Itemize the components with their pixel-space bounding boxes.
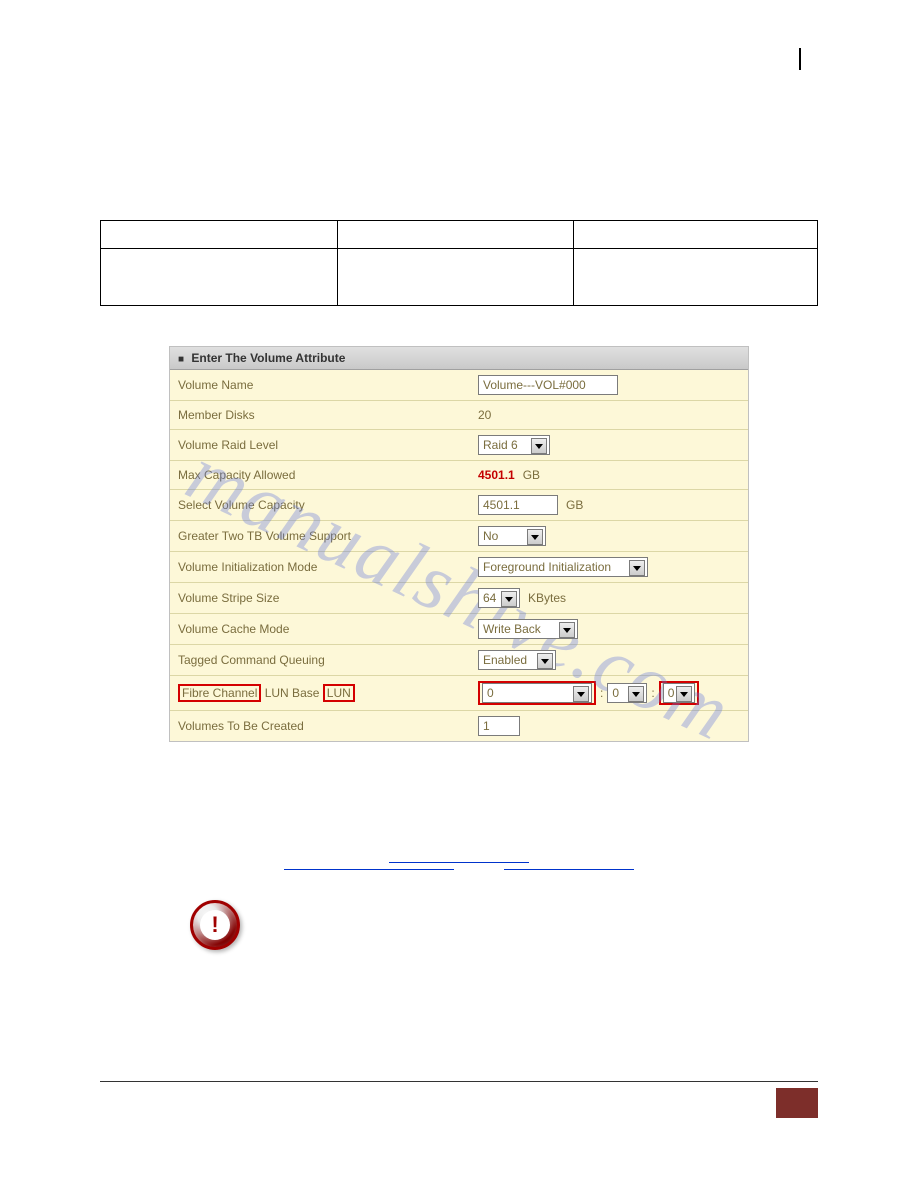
label-fibre-channel: Fibre Channel LUN Base LUN [178, 684, 478, 702]
label-volume-name: Volume Name [178, 378, 478, 392]
label-init-mode: Volume Initialization Mode [178, 560, 478, 574]
page-number-box [776, 1088, 818, 1118]
select-fc-2[interactable]: 0 [607, 683, 647, 703]
unit-max-capacity: GB [523, 468, 540, 482]
unit-select-capacity: GB [566, 498, 583, 512]
label-two-tb: Greater Two TB Volume Support [178, 529, 478, 543]
redbox-lun: LUN [323, 684, 355, 702]
label-tcq: Tagged Command Queuing [178, 653, 478, 667]
dialog-title: Enter The Volume Attribute [191, 351, 345, 365]
empty-table [100, 220, 818, 306]
select-tcq[interactable]: Enabled [478, 650, 556, 670]
link-block [100, 862, 818, 870]
select-cache[interactable]: Write Back [478, 619, 578, 639]
warning-icon: ! [190, 900, 240, 950]
select-stripe[interactable]: 64 [478, 588, 520, 608]
page-footer [100, 1081, 818, 1118]
value-max-capacity: 4501.1 [478, 468, 515, 482]
link-line-2b [504, 869, 634, 870]
input-select-capacity[interactable]: 4501.1 [478, 495, 558, 515]
text-cursor [799, 48, 801, 70]
redbox-fc-val3: 0 [659, 681, 699, 705]
label-stripe: Volume Stripe Size [178, 591, 478, 605]
value-member-disks: 20 [478, 408, 491, 422]
select-two-tb[interactable]: No [478, 526, 546, 546]
select-fc-3[interactable]: 0 [663, 683, 695, 703]
select-raid-level[interactable]: Raid 6 [478, 435, 550, 455]
label-max-capacity: Max Capacity Allowed [178, 468, 478, 482]
input-volume-name[interactable]: Volume---VOL#000 [478, 375, 618, 395]
redbox-fc-val1: 0 [478, 681, 596, 705]
select-fc-1[interactable]: 0 [482, 683, 592, 703]
dialog-header: ■ Enter The Volume Attribute [170, 347, 748, 370]
colon1: : [600, 686, 603, 700]
volume-attribute-dialog: ■ Enter The Volume Attribute Volume Name… [169, 346, 749, 742]
label-lun-base: LUN Base [265, 686, 320, 700]
header-bullet-icon: ■ [178, 354, 184, 365]
label-member-disks: Member Disks [178, 408, 478, 422]
select-init-mode[interactable]: Foreground Initialization [478, 557, 648, 577]
link-line-1 [389, 862, 529, 863]
exclamation-icon: ! [200, 910, 230, 940]
colon2: : [651, 686, 654, 700]
label-raid-level: Volume Raid Level [178, 438, 478, 452]
link-line-2a [284, 869, 454, 870]
redbox-fibre: Fibre Channel [178, 684, 261, 702]
label-select-capacity: Select Volume Capacity [178, 498, 478, 512]
unit-stripe: KBytes [528, 591, 566, 605]
input-vol-create[interactable]: 1 [478, 716, 520, 736]
label-cache: Volume Cache Mode [178, 622, 478, 636]
label-vol-create: Volumes To Be Created [178, 719, 478, 733]
